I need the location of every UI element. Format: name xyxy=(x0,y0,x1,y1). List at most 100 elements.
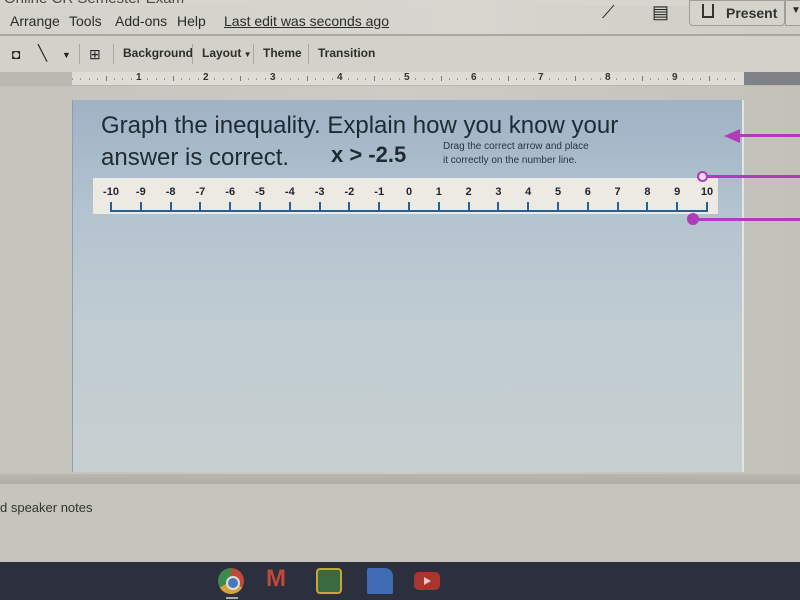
slide[interactable]: Graph the inequality. Explain how you kn… xyxy=(72,100,742,472)
menu-tools[interactable]: Tools xyxy=(69,13,102,29)
ruler-tick xyxy=(80,78,82,80)
last-edit-link[interactable]: Last edit was seconds ago xyxy=(224,13,389,29)
ruler-tick xyxy=(105,76,107,81)
notes-resize-handle[interactable] xyxy=(0,474,800,484)
layout-dropdown-icon: ▼ xyxy=(241,50,252,59)
ruler-tick xyxy=(88,78,90,80)
open-circle-ray[interactable] xyxy=(707,175,800,178)
present-button[interactable]: Present xyxy=(689,0,785,26)
layout-label: Layout xyxy=(202,46,242,60)
ruler-tick xyxy=(482,78,484,80)
chrome-icon[interactable] xyxy=(218,568,244,594)
number-line-tick xyxy=(616,202,619,212)
ruler-tick xyxy=(658,78,660,80)
ruler-tick xyxy=(490,78,492,80)
left-arrow-shaft[interactable] xyxy=(738,134,800,137)
ruler-number: 5 xyxy=(404,72,410,83)
ruler-tick xyxy=(281,78,283,80)
number-line-tick xyxy=(139,202,142,212)
ruler-tick xyxy=(415,78,417,80)
ruler-tick xyxy=(448,78,450,80)
toolbar-separator xyxy=(79,44,80,64)
gmail-icon[interactable]: M xyxy=(266,565,292,592)
activity-trend-icon[interactable]: ⟋ xyxy=(602,2,615,23)
toolbar: ◘ ╲ ▼ ⊞ Background Layout ▼ Theme Transi… xyxy=(0,36,800,72)
ruler-tick xyxy=(691,78,693,80)
ruler-tick xyxy=(499,78,501,80)
ruler-number: 1 xyxy=(136,72,142,83)
menu-add-ons[interactable]: Add-ons xyxy=(115,13,167,29)
number-line-label: 2 xyxy=(465,186,472,198)
ruler-tick xyxy=(641,76,643,81)
number-line-label: 5 xyxy=(554,186,562,198)
number-line-tick xyxy=(527,202,530,212)
ruler-tick xyxy=(457,78,459,80)
ruler-tick xyxy=(524,78,526,80)
ruler-tick xyxy=(365,78,367,80)
line-dropdown-icon[interactable]: ▼ xyxy=(62,50,71,60)
ruler-tick xyxy=(390,78,392,80)
number-line-label: 8 xyxy=(644,186,651,198)
speaker-notes-placeholder: d speaker notes xyxy=(0,500,93,515)
number-line-label: -3 xyxy=(314,186,325,198)
ruler-tick xyxy=(465,78,467,80)
ruler-tick xyxy=(591,78,593,80)
horizontal-ruler[interactable]: 1 2 3 4 5 6 7 8 9 xyxy=(72,72,744,85)
ruler-tick xyxy=(331,78,333,80)
ruler-tick xyxy=(256,78,258,80)
present-dropdown-icon[interactable]: ▼ xyxy=(785,0,800,26)
shape-icon[interactable]: ◘ xyxy=(12,46,20,62)
number-line-label: -4 xyxy=(284,186,295,198)
ruler-tick xyxy=(683,78,685,80)
speaker-notes-area[interactable]: d speaker notes xyxy=(0,484,800,562)
ruler-tick xyxy=(532,78,534,80)
ruler-tick xyxy=(72,78,73,80)
instruction-text: Drag the correct arrow and place it corr… xyxy=(443,140,643,168)
youtube-icon[interactable] xyxy=(414,572,440,590)
ruler-tick xyxy=(231,78,233,80)
ruler-number: 8 xyxy=(605,72,611,83)
active-app-indicator xyxy=(226,597,238,599)
toolbar-separator xyxy=(308,44,309,64)
ruler-tick xyxy=(323,78,325,80)
theme-button[interactable]: Theme xyxy=(263,46,302,60)
transition-button[interactable]: Transition xyxy=(318,46,375,60)
number-line-label: -8 xyxy=(165,186,176,198)
menu-arrange[interactable]: Arrange xyxy=(10,13,60,29)
ruler-tick xyxy=(239,76,241,81)
number-line-tick xyxy=(259,202,261,212)
menu-help[interactable]: Help xyxy=(177,13,206,29)
ruler-number: 2 xyxy=(203,72,209,83)
ruler-number: 9 xyxy=(672,72,678,83)
ruler-tick xyxy=(222,78,224,80)
number-line-tick xyxy=(706,202,708,212)
number-line-tick xyxy=(318,202,321,212)
ruler-tick xyxy=(624,78,626,80)
ruler-tick xyxy=(314,78,316,80)
ruler-margin xyxy=(744,72,800,85)
line-icon[interactable]: ╲ xyxy=(38,44,47,62)
closed-circle-ray[interactable] xyxy=(697,218,800,221)
number-line: -10 -9 -8 -7 -6 -5 -4 -3 -2 -1 0 1 2 3 4 5 6 7 8 9 10 xyxy=(93,178,718,214)
ruler-tick xyxy=(432,78,434,80)
ruler-tick xyxy=(733,78,735,80)
number-line-label: 0 xyxy=(405,186,413,198)
background-button[interactable]: Background xyxy=(123,46,193,60)
number-line-tick xyxy=(497,202,500,212)
google-classroom-icon[interactable] xyxy=(316,568,342,594)
ruler-tick xyxy=(549,78,551,80)
add-comment-icon[interactable]: ⊞ xyxy=(89,46,101,63)
number-line-tick xyxy=(199,202,202,212)
number-line-tick xyxy=(557,202,559,212)
number-line-tick xyxy=(467,202,470,212)
ruler-tick xyxy=(130,78,132,80)
google-docs-icon[interactable] xyxy=(367,568,393,594)
number-line-tick xyxy=(169,202,172,212)
comments-icon[interactable]: ▤ xyxy=(652,2,669,23)
ruler-tick xyxy=(666,78,668,80)
number-line-tick xyxy=(437,202,440,212)
ruler-number: 6 xyxy=(471,72,477,83)
toolbar-separator xyxy=(192,44,193,64)
number-line-label: 1 xyxy=(435,186,442,198)
layout-button[interactable]: Layout ▼ xyxy=(202,46,251,60)
